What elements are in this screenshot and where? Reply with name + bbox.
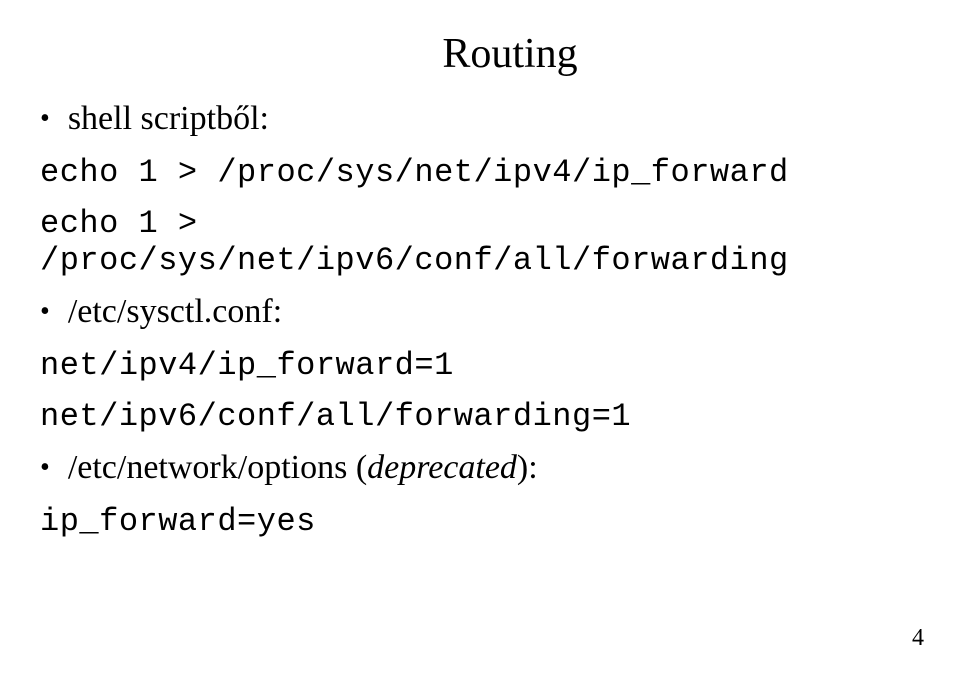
bullet-dot-icon: • xyxy=(40,449,50,487)
bullet-1: • shell scriptből: xyxy=(40,100,920,138)
page-number: 4 xyxy=(912,625,924,652)
bullet-2: • /etc/sysctl.conf: xyxy=(40,293,920,331)
code-line: net/ipv6/conf/all/forwarding=1 xyxy=(40,398,920,435)
code-line: net/ipv4/ip_forward=1 xyxy=(40,347,920,384)
slide-title: Routing xyxy=(100,30,920,78)
bullet-2-label: /etc/sysctl.conf: xyxy=(68,293,282,331)
bullet-dot-icon: • xyxy=(40,100,50,138)
bullet-3-label: /etc/network/options (deprecated): xyxy=(68,449,538,487)
slide-content: • shell scriptből: echo 1 > /proc/sys/ne… xyxy=(40,100,920,540)
code-line: echo 1 > /proc/sys/net/ipv4/ip_forward xyxy=(40,154,920,191)
code-line: echo 1 > /proc/sys/net/ipv6/conf/all/for… xyxy=(40,205,920,279)
bullet-3: • /etc/network/options (deprecated): xyxy=(40,449,920,487)
italic-word: deprecated xyxy=(367,449,517,486)
code-line: ip_forward=yes xyxy=(40,503,920,540)
bullet-dot-icon: • xyxy=(40,293,50,331)
bullet-1-label: shell scriptből: xyxy=(68,100,269,138)
